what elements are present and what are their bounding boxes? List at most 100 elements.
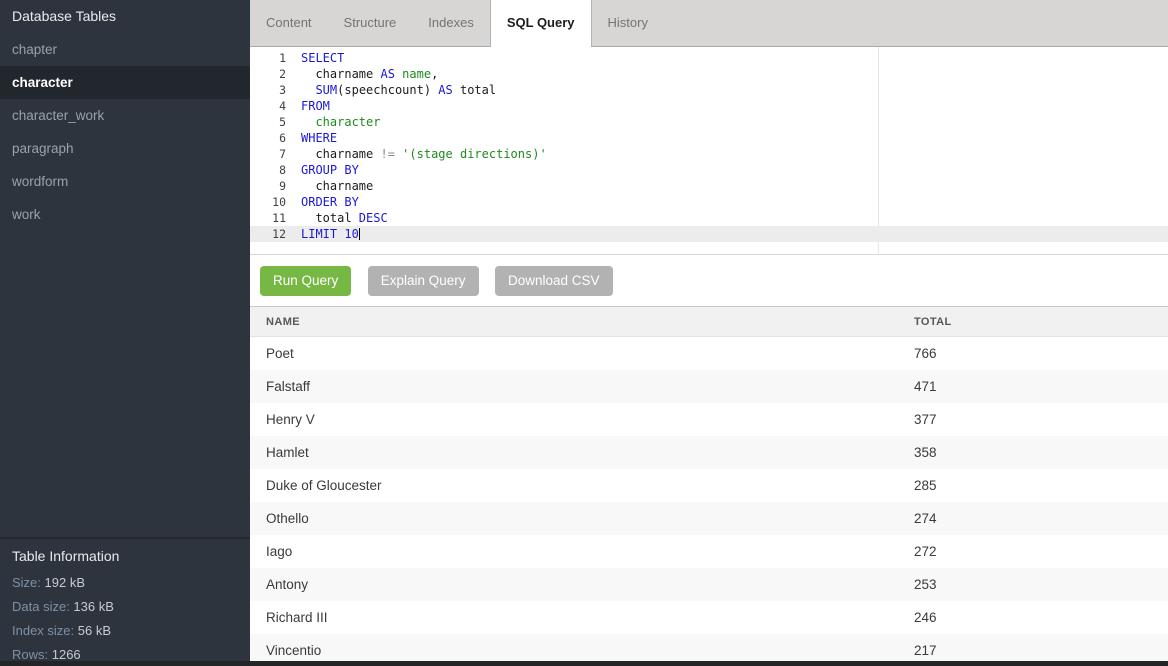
editor-line-number: 8 xyxy=(250,162,295,178)
cell-total: 217 xyxy=(914,643,1168,658)
cell-name: Othello xyxy=(250,511,914,526)
editor-line-number: 5 xyxy=(250,114,295,130)
editor-line-number: 3 xyxy=(250,82,295,98)
cell-total: 274 xyxy=(914,511,1168,526)
main-content: ContentStructureIndexesSQL QueryHistory … xyxy=(250,0,1168,666)
query-actions: Run Query Explain Query Download CSV xyxy=(250,255,1168,306)
cell-total: 766 xyxy=(914,346,1168,361)
editor-code-line: GROUP BY xyxy=(301,162,1168,178)
sql-token-pl: charname xyxy=(301,179,373,193)
table-information-panel: Table Information Size: 192 kBData size:… xyxy=(0,537,250,666)
run-query-button[interactable]: Run Query xyxy=(260,266,351,296)
table-info-label: Size: xyxy=(12,575,41,590)
table-info-value: 192 kB xyxy=(41,575,85,590)
cell-total: 272 xyxy=(914,544,1168,559)
table-row[interactable]: Henry V377 xyxy=(250,403,1168,436)
table-info-list: Size: 192 kBData size: 136 kBIndex size:… xyxy=(0,571,250,666)
editor-code[interactable]: SELECT charname AS name, SUM(speechcount… xyxy=(301,50,1168,242)
sql-token-kw: DESC xyxy=(359,211,388,225)
tab-bar: ContentStructureIndexesSQL QueryHistory xyxy=(250,0,1168,47)
table-info-row: Index size: 56 kB xyxy=(0,619,250,643)
sidebar-item-wordform[interactable]: wordform xyxy=(0,165,250,198)
tab-content[interactable]: Content xyxy=(250,0,328,46)
app-window: Database Tables chaptercharactercharacte… xyxy=(0,0,1168,666)
table-row[interactable]: Antony253 xyxy=(250,568,1168,601)
column-header-name[interactable]: NAME xyxy=(250,316,914,328)
sql-token-pl: charname xyxy=(301,67,380,81)
text-cursor xyxy=(359,228,360,240)
sql-token-pl: total xyxy=(301,211,359,225)
results-body: Poet766Falstaff471Henry V377Hamlet358Duk… xyxy=(250,337,1168,666)
sql-token-pl xyxy=(301,83,315,97)
editor-line-number: 10 xyxy=(250,194,295,210)
sql-token-pl: (speechcount) xyxy=(337,83,438,97)
table-information-header: Table Information xyxy=(0,541,250,571)
sql-token-kw: WHERE xyxy=(301,131,337,145)
editor-line-number: 2 xyxy=(250,66,295,82)
sql-editor[interactable]: 123456789101112 SELECT charname AS name,… xyxy=(250,47,1168,255)
sql-token-pl: , xyxy=(431,67,438,81)
cell-name: Vincentio xyxy=(250,643,914,658)
sql-token-kw: GROUP BY xyxy=(301,163,359,177)
sql-token-pl xyxy=(301,115,315,129)
table-info-value: 136 kB xyxy=(70,599,114,614)
table-row[interactable]: Hamlet358 xyxy=(250,436,1168,469)
table-info-row: Size: 192 kB xyxy=(0,571,250,595)
sidebar-item-paragraph[interactable]: paragraph xyxy=(0,132,250,165)
cell-total: 377 xyxy=(914,412,1168,427)
cell-total: 471 xyxy=(914,379,1168,394)
table-row[interactable]: Poet766 xyxy=(250,337,1168,370)
sidebar-item-character[interactable]: character xyxy=(0,66,250,99)
cell-total: 285 xyxy=(914,478,1168,493)
editor-line-number: 7 xyxy=(250,146,295,162)
cell-name: Poet xyxy=(250,346,914,361)
table-info-label: Data size: xyxy=(12,599,70,614)
sidebar-item-work[interactable]: work xyxy=(0,198,250,231)
sql-token-nu: 10 xyxy=(344,227,358,241)
tab-structure[interactable]: Structure xyxy=(328,0,413,46)
sidebar-item-character_work[interactable]: character_work xyxy=(0,99,250,132)
table-row[interactable]: Falstaff471 xyxy=(250,370,1168,403)
explain-query-button[interactable]: Explain Query xyxy=(368,266,479,296)
editor-line-number: 6 xyxy=(250,130,295,146)
editor-line-number: 12 xyxy=(250,226,295,242)
column-header-total[interactable]: TOTAL xyxy=(914,316,1168,328)
sidebar: Database Tables chaptercharactercharacte… xyxy=(0,0,250,666)
sql-token-pl: total xyxy=(453,83,496,97)
editor-line-number: 4 xyxy=(250,98,295,114)
sql-token-kw: AS xyxy=(380,67,394,81)
table-info-value: 56 kB xyxy=(74,623,111,638)
bottom-strip xyxy=(0,661,1168,666)
table-info-row: Data size: 136 kB xyxy=(0,595,250,619)
cell-name: Richard III xyxy=(250,610,914,625)
table-row[interactable]: Duke of Gloucester285 xyxy=(250,469,1168,502)
editor-code-line: LIMIT 10 xyxy=(301,226,1168,242)
sql-token-kw: FROM xyxy=(301,99,330,113)
sql-token-kw: SELECT xyxy=(301,51,344,65)
tab-indexes[interactable]: Indexes xyxy=(412,0,490,46)
cell-total: 246 xyxy=(914,610,1168,625)
cell-total: 358 xyxy=(914,445,1168,460)
tab-sql-query[interactable]: SQL Query xyxy=(490,0,592,47)
sql-token-pl: charname xyxy=(301,147,380,161)
sidebar-item-chapter[interactable]: chapter xyxy=(0,33,250,66)
editor-code-line: ORDER BY xyxy=(301,194,1168,210)
tab-history[interactable]: History xyxy=(592,0,664,46)
sql-token-kw: AS xyxy=(438,83,452,97)
sql-token-st: name xyxy=(402,67,431,81)
table-row[interactable]: Iago272 xyxy=(250,535,1168,568)
editor-code-line: charname AS name, xyxy=(301,66,1168,82)
results-table: NAME TOTAL Poet766Falstaff471Henry V377H… xyxy=(250,306,1168,666)
cell-name: Iago xyxy=(250,544,914,559)
editor-code-line: character xyxy=(301,114,1168,130)
sql-token-op: != xyxy=(380,147,394,161)
table-row[interactable]: Richard III246 xyxy=(250,601,1168,634)
download-csv-button[interactable]: Download CSV xyxy=(495,266,613,296)
sidebar-header: Database Tables xyxy=(0,0,250,33)
table-row[interactable]: Othello274 xyxy=(250,502,1168,535)
editor-line-number: 9 xyxy=(250,178,295,194)
sql-token-st: '(stage directions)' xyxy=(402,147,547,161)
editor-code-line: SELECT xyxy=(301,50,1168,66)
editor-line-number: 1 xyxy=(250,50,295,66)
editor-gutter: 123456789101112 xyxy=(250,50,295,242)
